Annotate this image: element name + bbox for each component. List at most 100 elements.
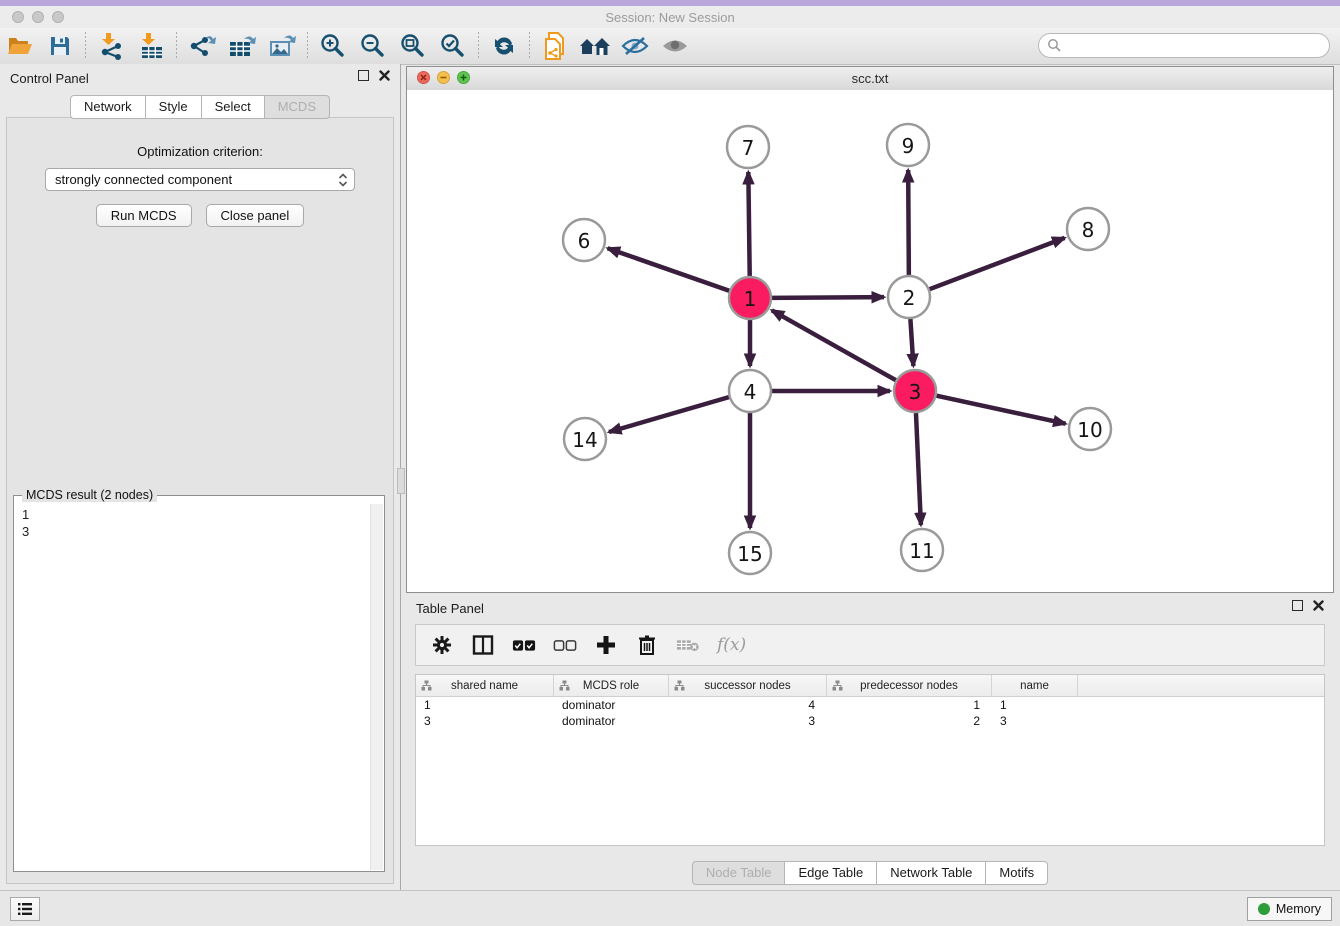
graph-node-label: 8 [1082,218,1095,242]
graph-edge-2-9[interactable] [908,170,909,275]
column-label: successor nodes [704,680,790,692]
function-builder-icon[interactable]: f(x) [717,635,746,655]
column-label: name [1020,680,1049,692]
delete-columns-icon[interactable] [635,633,659,657]
hide-selected-eye-icon[interactable] [618,31,652,61]
graph-node-label: 7 [742,136,755,160]
zoom-in-icon[interactable] [316,31,350,61]
select-all-checkboxes-icon[interactable] [512,633,536,657]
optimization-criterion-label: Optimization criterion: [7,144,393,159]
add-column-icon[interactable] [594,633,618,657]
close-panel-icon[interactable] [379,70,390,81]
memory-button[interactable]: Memory [1247,897,1332,921]
tab-edge-table[interactable]: Edge Table [785,861,877,885]
search-icon [1047,38,1062,53]
zoom-out-icon[interactable] [356,31,390,61]
graph-edge-1-2[interactable] [772,297,884,298]
splitter-grip-vertical[interactable] [397,468,405,494]
memory-label: Memory [1276,902,1321,916]
run-mcds-button[interactable]: Run MCDS [96,204,192,227]
tab-mcds[interactable]: MCDS [265,95,330,119]
column-tree-icon [674,680,685,691]
save-icon[interactable] [43,31,77,61]
mcds-result-list[interactable]: 1 3 [15,504,371,870]
first-neighbors-icon[interactable] [578,31,612,61]
tab-style[interactable]: Style [146,95,202,119]
delete-table-icon[interactable] [676,633,700,657]
network-window-titlebar[interactable]: scc.txt [407,67,1333,91]
import-table-icon[interactable] [134,31,168,61]
table-row[interactable]: 3 dominator 3 2 3 [416,713,1324,729]
chevron-up-down-icon [338,172,348,188]
graph-edge-1-6[interactable] [608,248,730,290]
graph-edge-2-8[interactable] [930,238,1065,289]
open-folder-icon[interactable] [3,31,37,61]
zoom-fit-icon[interactable] [396,31,430,61]
graph-edge-4-14[interactable] [609,397,729,432]
close-panel-icon[interactable] [1313,600,1324,611]
cell-name: 1 [992,697,1078,713]
cell-shared-name: 3 [416,713,554,729]
search-input[interactable] [1038,33,1330,58]
tab-network-table[interactable]: Network Table [877,861,986,885]
task-history-button[interactable] [10,897,40,921]
cell-name: 3 [992,713,1078,729]
main-toolbar [0,28,1340,65]
tab-motifs[interactable]: Motifs [986,861,1048,885]
refresh-icon[interactable] [487,31,521,61]
column-header-shared-name[interactable]: shared name [416,675,554,696]
network-graph[interactable]: 7968124314101511 [407,90,1333,592]
float-panel-icon[interactable] [1292,600,1303,611]
show-all-eye-icon[interactable] [658,31,692,61]
export-table-icon[interactable] [225,31,259,61]
tab-network[interactable]: Network [70,95,146,119]
import-network-icon[interactable] [94,31,128,61]
close-panel-button[interactable]: Close panel [206,204,305,227]
cell-successor-nodes: 3 [669,713,827,729]
graph-node-label: 15 [737,542,762,566]
graph-node-label: 3 [909,380,922,404]
network-from-selection-icon[interactable] [538,31,572,61]
graph-edge-3-10[interactable] [936,396,1065,424]
toolbar-separator [85,32,86,60]
cell-predecessor-nodes: 2 [827,713,992,729]
export-network-icon[interactable] [185,31,219,61]
column-header-successor-nodes[interactable]: successor nodes [669,675,827,696]
status-bar: Memory [0,890,1340,926]
mcds-result-fieldset: MCDS result (2 nodes) 1 3 [13,495,385,872]
settings-gear-icon[interactable] [430,633,454,657]
float-panel-icon[interactable] [358,70,369,81]
tab-select[interactable]: Select [202,95,265,119]
column-label: MCDS role [583,680,639,692]
cell-mcds-role: dominator [554,697,669,713]
toolbar-separator [176,32,177,60]
graph-edge-3-1[interactable] [772,310,896,380]
graph-edge-3-11[interactable] [916,413,921,525]
export-image-icon[interactable] [265,31,299,61]
deselect-all-checkboxes-icon[interactable] [553,633,577,657]
criterion-dropdown[interactable]: strongly connected component [45,168,355,191]
zoom-selected-icon[interactable] [436,31,470,61]
graph-node-label: 9 [902,134,915,158]
split-panel-icon[interactable] [471,633,495,657]
column-header-predecessor-nodes[interactable]: predecessor nodes [827,675,992,696]
table-tabs: Node Table Edge Table Network Table Moti… [406,861,1334,885]
network-view-title: scc.txt [407,71,1333,86]
table-row[interactable]: 1 dominator 4 1 1 [416,697,1324,713]
table-toolbar: f(x) [415,624,1325,666]
tab-node-table[interactable]: Node Table [692,861,786,885]
table-header-row: shared name MCDS role successor nodes pr… [416,675,1324,697]
mcds-panel: Optimization criterion: strongly connect… [6,117,394,884]
graph-edge-1-7[interactable] [748,172,749,276]
result-scrollbar[interactable] [370,504,383,870]
graph-node-label: 2 [903,286,916,310]
criterion-dropdown-value: strongly connected component [55,172,338,187]
control-panel: Control Panel Network Style Select MCDS … [0,64,401,890]
column-header-mcds-role[interactable]: MCDS role [554,675,669,696]
table-panel: Table Panel f(x) [406,594,1334,890]
column-label: predecessor nodes [860,680,958,692]
network-canvas[interactable]: 7968124314101511 [407,90,1333,592]
control-panel-title: Control Panel [10,71,89,86]
graph-edge-2-3[interactable] [910,319,913,366]
column-header-name[interactable]: name [992,675,1078,696]
